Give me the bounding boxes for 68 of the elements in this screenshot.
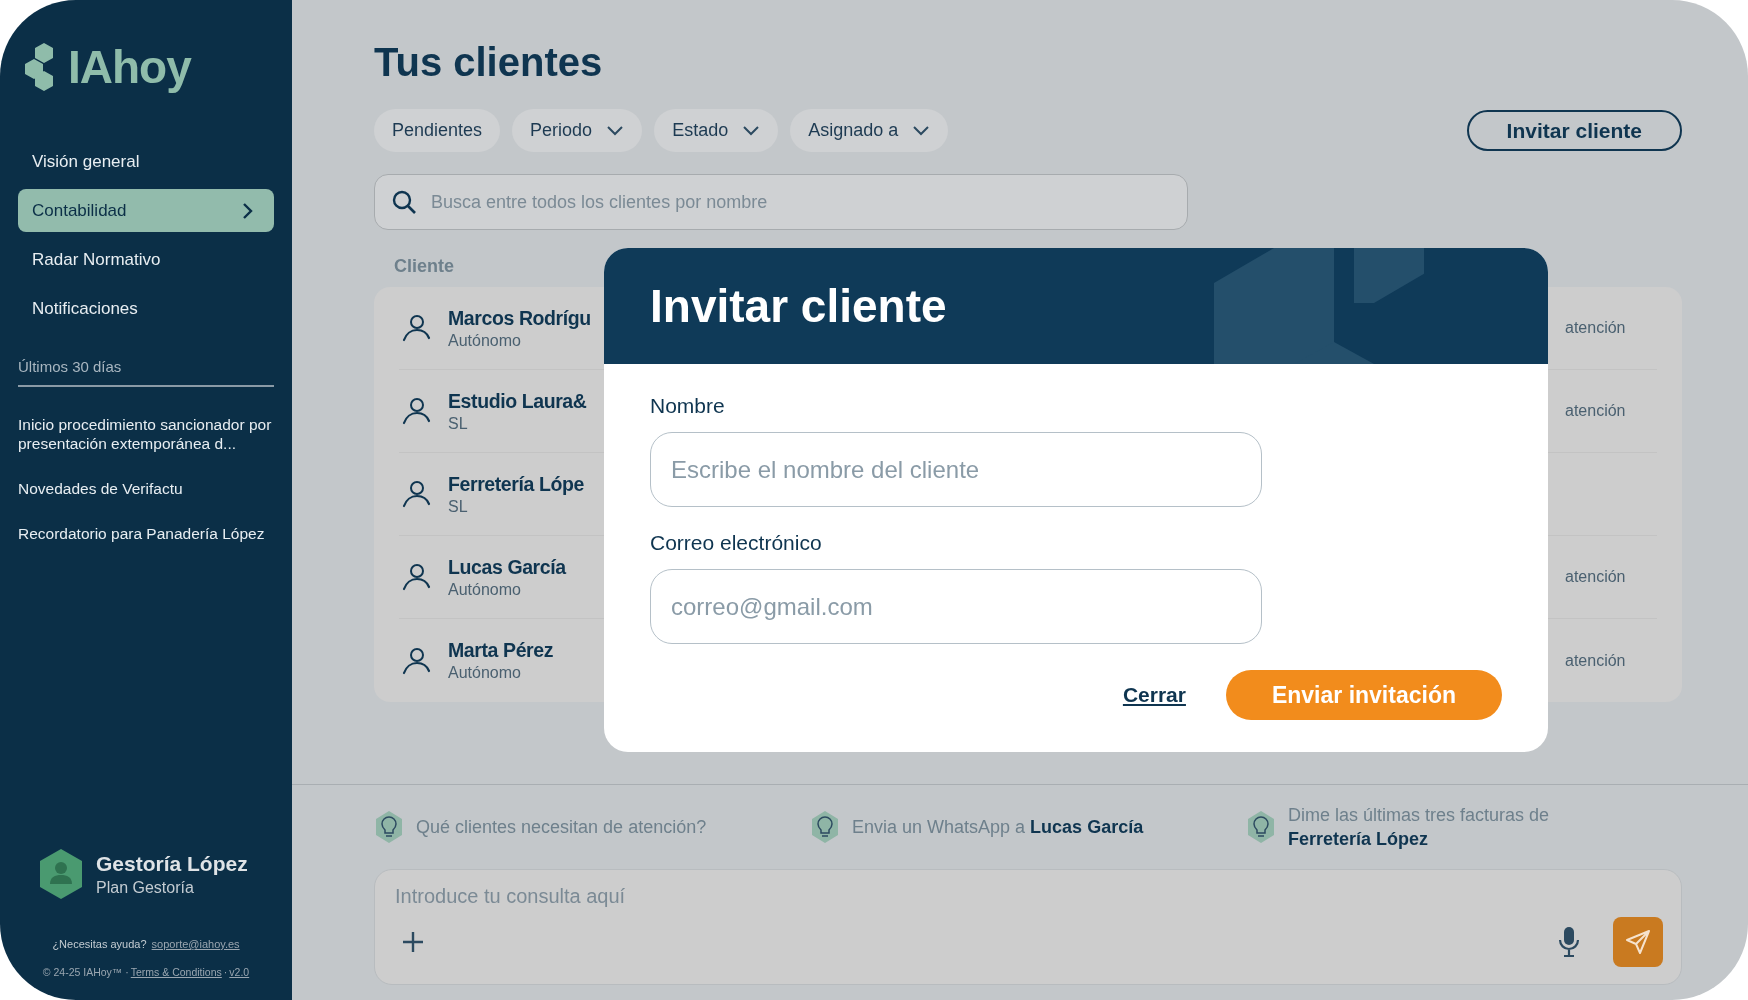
recent-item[interactable]: Recordatorio para Panadería López (18, 524, 274, 543)
client-type: SL (448, 497, 469, 516)
section-title: Últimos 30 días (18, 358, 274, 387)
send-button[interactable] (1613, 917, 1663, 967)
nav-item[interactable]: Radar Normativo (18, 238, 274, 281)
footer-link[interactable]: v2.0 (229, 966, 250, 978)
recent-item[interactable]: Novedades de Verifactu (18, 479, 274, 498)
user-icon (402, 396, 432, 426)
field-label: Nombre (650, 394, 726, 418)
client-name[interactable]: Marta Pérez (448, 639, 554, 662)
nav-item[interactable]: Contabilidad (18, 189, 274, 232)
chat-input[interactable]: Introduce tu consulta aquí (393, 884, 1663, 909)
filter-chip[interactable]: Asignado a (790, 109, 949, 152)
table-cell-text: atención (1565, 568, 1627, 586)
recent-item[interactable]: Inicio procedimiento sancionador por presentación extemporánea d... (18, 415, 274, 453)
search-field[interactable]: Busca entre todos los clientes por nombre (429, 190, 1171, 214)
lightbulb-icon (1246, 810, 1276, 844)
client-name[interactable]: Estudio Laura& (448, 389, 587, 413)
avatar-icon (38, 848, 84, 900)
chevron-down-icon (606, 125, 625, 136)
client-type: Autónomo (448, 331, 522, 350)
filter-chip[interactable]: Pendientes (374, 109, 501, 152)
table-cell-text: atención (1565, 319, 1627, 337)
client-type: Autónomo (448, 664, 522, 682)
filter-chip[interactable]: Estado (654, 109, 779, 152)
user-icon (402, 645, 432, 676)
plus-icon[interactable] (401, 930, 425, 954)
column-header: Cliente (394, 256, 455, 277)
chevron-down-icon (742, 125, 761, 136)
search-bar[interactable]: Busca entre todos los clientes por nombre (374, 174, 1188, 230)
microphone-icon[interactable] (1557, 926, 1581, 958)
table-cell-text: atención (1565, 402, 1627, 420)
user-icon (402, 313, 432, 343)
close-link[interactable]: Cerrar (1122, 683, 1186, 707)
invite-client-button[interactable]: Invitar cliente (1466, 110, 1682, 151)
footer-text: · (223, 966, 228, 978)
field-label: Correo electrónico (650, 531, 823, 555)
footer-text: © 24-25 IAHoy™ · (42, 966, 129, 978)
help-text: ¿Necesitas ayuda? (52, 938, 147, 950)
table-cell-text: atención (1565, 651, 1627, 670)
filter-chip[interactable]: Periodo (512, 109, 643, 152)
user-icon (402, 562, 432, 592)
profile-plan: Plan Gestoría (96, 878, 195, 897)
client-type: SL (448, 414, 469, 433)
suggestion-prompt[interactable]: Dime las últimas tres facturas de Ferretería López (1288, 803, 1588, 851)
nav-item[interactable]: Notificaciones (18, 287, 274, 330)
nav-item[interactable]: Visión general (18, 140, 274, 183)
chevron-right-icon (242, 201, 254, 220)
client-name[interactable]: Marcos Rodrígu (448, 306, 591, 330)
chevron-down-icon (912, 125, 931, 136)
user-icon (402, 479, 432, 509)
client-name[interactable]: Ferretería Lópe (448, 472, 584, 496)
input-field[interactable]: Escribe el nombre del cliente (650, 432, 1262, 507)
send-icon (1625, 929, 1651, 955)
chat-composer[interactable]: Introduce tu consulta aquí (374, 869, 1682, 985)
input-field[interactable]: correo@gmail.com (650, 569, 1262, 644)
suggestion-prompt[interactable]: Envia un WhatsApp a Lucas García (852, 815, 1144, 839)
client-type: Autónomo (448, 580, 522, 599)
dialog-title: Invitar cliente (650, 279, 947, 333)
support-email-link[interactable]: soporte@iahoy.es (151, 938, 240, 950)
page-title: Tus clientes (374, 40, 604, 85)
footer-link[interactable]: Terms & Conditions (130, 966, 222, 978)
profile-name: Gestoría López (96, 851, 248, 876)
client-name[interactable]: Lucas García (448, 555, 566, 579)
lightbulb-icon (374, 810, 404, 844)
logo-text: IAhoy (68, 40, 191, 94)
lightbulb-icon (810, 810, 840, 844)
search-icon (391, 189, 417, 215)
